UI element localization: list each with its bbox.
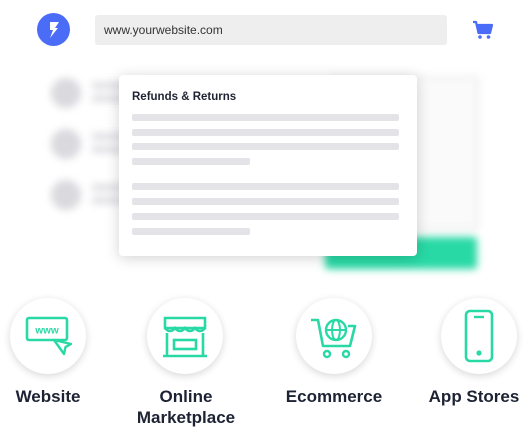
website-www-icon[interactable]: www — [10, 298, 86, 374]
avatar — [51, 78, 81, 108]
label-line: Ecommerce — [285, 387, 383, 406]
channel-label-website: Website — [0, 386, 96, 407]
mobile-phone-icon[interactable] — [441, 298, 517, 374]
label-line: App Stores — [428, 387, 520, 406]
text-placeholder-line — [132, 198, 399, 205]
text-placeholder-line — [132, 129, 399, 136]
bolt-logo-icon[interactable] — [37, 13, 70, 46]
top-bar: www.yourwebsite.com — [0, 0, 528, 62]
marketplace-store-icon[interactable] — [147, 298, 223, 374]
label-line: Online — [159, 387, 213, 406]
channel-label-app-stores: App Stores — [420, 386, 528, 407]
refunds-returns-card: Refunds & Returns — [119, 75, 417, 256]
ecommerce-cart-globe-icon[interactable] — [296, 298, 372, 374]
text-placeholder-line — [132, 183, 399, 190]
text-placeholder-line — [132, 228, 250, 235]
label-line: Website — [15, 387, 81, 406]
text-placeholder-line — [132, 213, 399, 220]
channel-label-online-marketplace: Online Marketplace — [126, 386, 246, 428]
label-line: Marketplace — [136, 408, 236, 427]
url-bar[interactable]: www.yourwebsite.com — [95, 15, 447, 45]
text-placeholder-line — [132, 158, 250, 165]
channel-label-ecommerce: Ecommerce — [274, 386, 394, 407]
text-placeholder-line — [132, 114, 399, 121]
svg-text:www: www — [34, 326, 59, 337]
avatar — [51, 129, 81, 159]
avatar — [51, 180, 81, 210]
shopping-cart-icon[interactable] — [472, 20, 494, 40]
card-title: Refunds & Returns — [132, 91, 237, 103]
text-placeholder-line — [132, 143, 399, 150]
